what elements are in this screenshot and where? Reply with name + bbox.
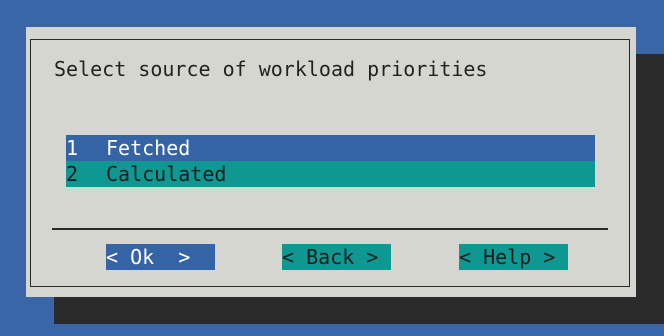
menu-item-tag: 2 xyxy=(66,162,79,186)
menu-item-fetched[interactable]: 1 Fetched xyxy=(66,135,595,161)
dialog-prompt: Select source of workload priorities xyxy=(54,57,488,81)
priority-source-menu: 1 Fetched 2 Calculated xyxy=(66,135,595,187)
menu-item-calculated[interactable]: 2 Calculated xyxy=(66,161,595,187)
ok-button[interactable]: < Ok > xyxy=(106,244,215,270)
menu-item-tag: 1 xyxy=(66,136,79,160)
menu-item-label: Fetched xyxy=(106,136,191,160)
menu-item-label: Calculated xyxy=(106,162,227,186)
workload-priorities-dialog: Select source of workload priorities 1 F… xyxy=(26,27,636,297)
button-separator xyxy=(52,228,608,230)
help-button[interactable]: < Help > xyxy=(459,244,568,270)
back-button[interactable]: < Back > xyxy=(282,244,391,270)
